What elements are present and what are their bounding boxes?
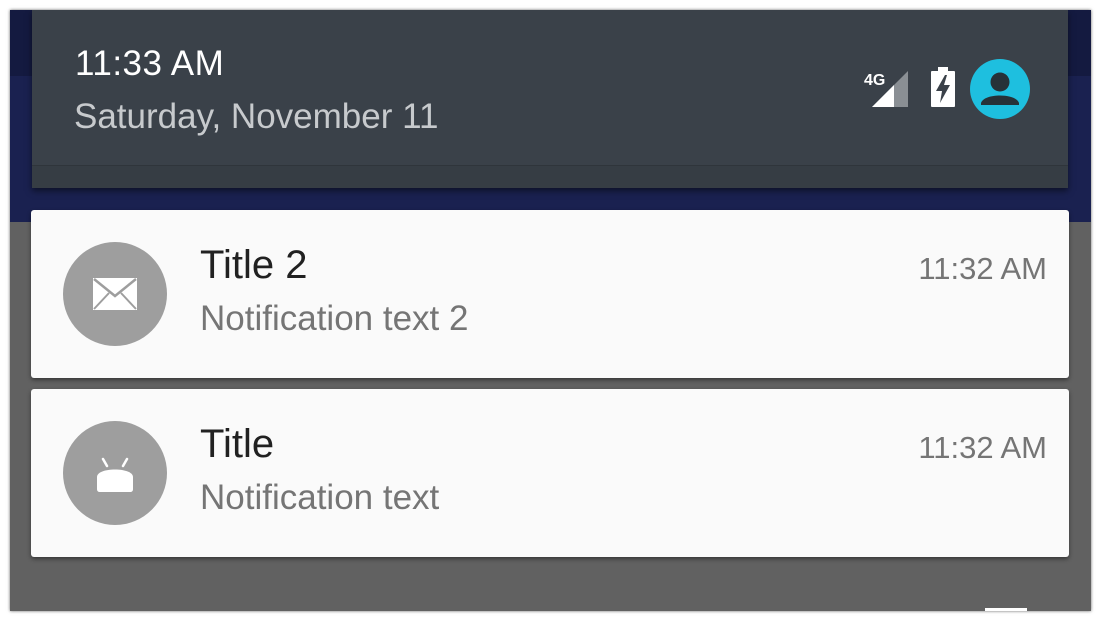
android-icon xyxy=(63,421,167,525)
notification-card[interactable]: Title 2 Notification text 2 11:32 AM xyxy=(31,210,1069,378)
notification-time: 11:32 AM xyxy=(918,430,1047,465)
notification-title: Title xyxy=(200,422,275,466)
network-type-label: 4G xyxy=(864,72,885,89)
notification-text: Notification text 2 xyxy=(200,299,469,338)
quick-settings-header[interactable]: 11:33 AM Saturday, November 11 4G xyxy=(32,10,1068,188)
device-screen: 11:33 AM Saturday, November 11 4G Title … xyxy=(10,10,1091,611)
navigation-handle xyxy=(985,608,1027,611)
notification-card[interactable]: Title Notification text 11:32 AM xyxy=(31,389,1069,557)
notification-time: 11:32 AM xyxy=(918,251,1047,286)
signal-icon: 4G xyxy=(864,69,910,109)
header-divider xyxy=(32,165,1068,188)
notification-text: Notification text xyxy=(200,478,440,517)
battery-charging-icon xyxy=(930,66,956,112)
mail-icon xyxy=(63,242,167,346)
user-avatar-icon[interactable] xyxy=(970,59,1030,119)
date-text: Saturday, November 11 xyxy=(74,97,439,136)
clock-text: 11:33 AM xyxy=(75,44,225,83)
status-icons: 4G xyxy=(864,58,1030,120)
notification-title: Title 2 xyxy=(200,243,308,287)
